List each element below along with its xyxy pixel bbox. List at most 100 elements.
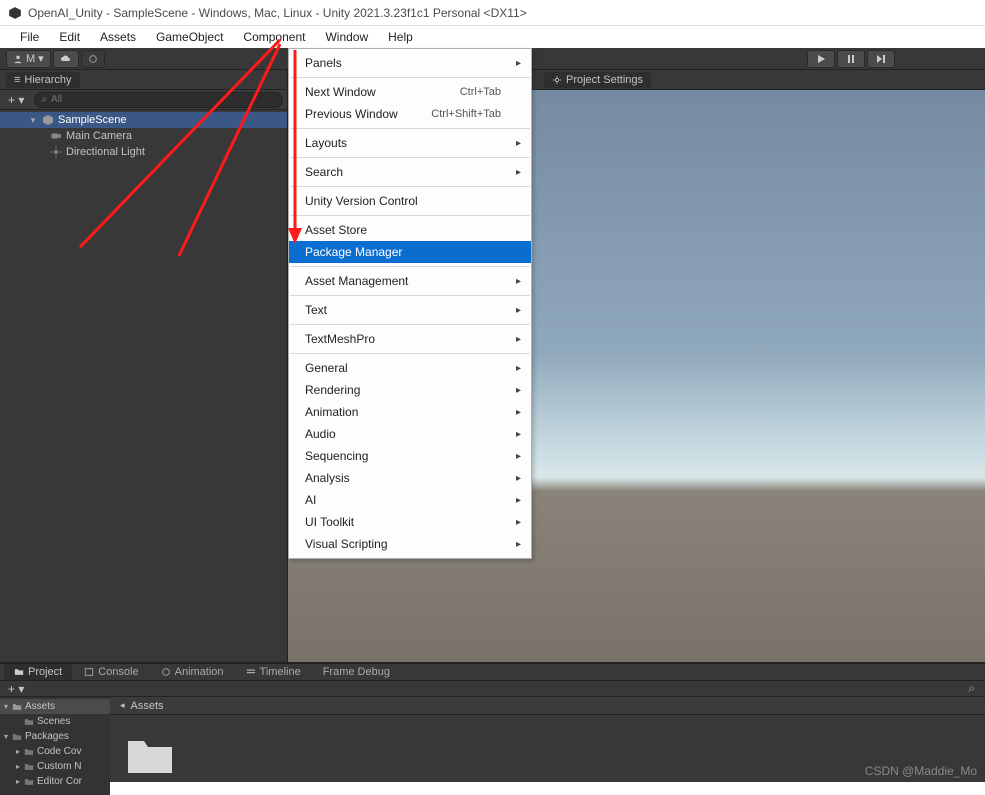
menu-gameobject[interactable]: GameObject (146, 27, 233, 47)
hierarchy-tree: ▾ SampleScene Main Camera Directional Li… (0, 110, 287, 162)
cloud-button[interactable] (53, 50, 79, 68)
menu-item-asset-store[interactable]: Asset Store (289, 219, 531, 241)
submenu-arrow-icon: ▸ (516, 517, 521, 528)
menu-item-label: General (305, 361, 348, 375)
menu-window[interactable]: Window (315, 27, 378, 47)
menu-item-ai[interactable]: AI ▸ (289, 489, 531, 511)
hierarchy-add-button[interactable]: + ▾ (4, 93, 28, 107)
submenu-arrow-icon: ▸ (516, 429, 521, 440)
menu-item-audio[interactable]: Audio ▸ (289, 423, 531, 445)
menu-help[interactable]: Help (378, 27, 423, 47)
tab-label: Console (98, 666, 138, 678)
titlebar: OpenAI_Unity - SampleScene - Windows, Ma… (0, 0, 985, 26)
menu-item-label: AI (305, 493, 316, 507)
animation-icon (161, 667, 171, 677)
gear-icon (552, 75, 562, 85)
hierarchy-search-input[interactable] (51, 94, 276, 105)
scene-label: SampleScene (58, 114, 127, 126)
menu-item-ui-toolkit[interactable]: UI Toolkit ▸ (289, 511, 531, 533)
menu-item-label: Text (305, 303, 327, 317)
menu-assets[interactable]: Assets (90, 27, 146, 47)
project-tree: ▾ Assets Scenes ▾Packages ▸Code Cov ▸Cust… (0, 697, 110, 795)
unity-logo-icon (8, 6, 22, 20)
menu-item-label: UI Toolkit (305, 515, 354, 529)
menu-item-label: Layouts (305, 136, 347, 150)
project-add-button[interactable]: + ▾ (4, 682, 28, 696)
menu-item-sequencing[interactable]: Sequencing▸ (289, 445, 531, 467)
menu-item-search[interactable]: Search▸ (289, 161, 531, 183)
menu-item-asset-management[interactable]: Asset Management▸ (289, 270, 531, 292)
window-menu-dropdown: Panels▸Next WindowCtrl+TabPrevious Windo… (288, 48, 532, 559)
tree-label: Assets (25, 701, 55, 712)
menu-item-rendering[interactable]: Rendering ▸ (289, 379, 531, 401)
tree-assets[interactable]: ▾ Assets (0, 699, 110, 714)
pause-button[interactable] (837, 50, 865, 68)
account-dropdown[interactable]: M ▾ (6, 50, 51, 68)
play-controls (807, 50, 895, 68)
submenu-arrow-icon: ▸ (516, 539, 521, 550)
submenu-arrow-icon: ▸ (516, 495, 521, 506)
menu-item-panels[interactable]: Panels▸ (289, 52, 531, 74)
hierarchy-search[interactable]: ⌕ (34, 92, 283, 108)
menu-item-label: Audio (305, 427, 336, 441)
menu-file[interactable]: File (10, 27, 49, 47)
menu-separator (290, 353, 530, 354)
menu-component[interactable]: Component (233, 27, 315, 47)
menu-item-next-window[interactable]: Next WindowCtrl+Tab (289, 81, 531, 103)
menu-item-unity-version-control[interactable]: Unity Version Control (289, 190, 531, 212)
gameobject-main-camera[interactable]: Main Camera (0, 128, 287, 144)
menu-item-analysis[interactable]: Analysis▸ (289, 467, 531, 489)
folder-icon (12, 702, 22, 712)
gameobject-directional-light[interactable]: Directional Light (0, 144, 287, 160)
expand-icon[interactable]: ▾ (4, 732, 12, 741)
tab-animation[interactable]: Animation (151, 664, 234, 680)
step-button[interactable] (867, 50, 895, 68)
menu-item-text[interactable]: Text▸ (289, 299, 531, 321)
tab-label: Animation (175, 666, 224, 678)
folder-icon (126, 735, 174, 775)
menu-edit[interactable]: Edit (49, 27, 90, 47)
menu-item-label: Rendering (305, 383, 360, 397)
menu-item-label: Analysis (305, 471, 350, 485)
tree-item[interactable]: ▸Custom N (0, 759, 110, 774)
tab-project[interactable]: Project (4, 664, 72, 680)
project-toolbar: + ▾ ⌕ (0, 681, 985, 697)
chevron-left-icon: ◂ (120, 700, 125, 711)
project-settings-tab[interactable]: Project Settings (544, 72, 651, 88)
expand-icon[interactable]: ▸ (16, 762, 24, 771)
expand-icon[interactable]: ▾ (4, 702, 12, 711)
menu-item-visual-scripting[interactable]: Visual Scripting▸ (289, 533, 531, 555)
submenu-arrow-icon: ▸ (516, 167, 521, 178)
menu-item-label: Previous Window (305, 107, 398, 121)
folder-icon (24, 717, 34, 727)
menu-separator (290, 77, 530, 78)
expand-icon[interactable]: ▾ (28, 115, 38, 126)
tree-item[interactable]: ▸Code Cov (0, 744, 110, 759)
menu-item-layouts[interactable]: Layouts▸ (289, 132, 531, 154)
folder-thumbnail[interactable] (118, 723, 182, 787)
scene-node[interactable]: ▾ SampleScene (0, 112, 287, 128)
hierarchy-tab[interactable]: ≡ Hierarchy (0, 70, 287, 90)
menu-item-textmeshpro[interactable]: TextMeshPro▸ (289, 328, 531, 350)
version-control-button[interactable] (81, 50, 105, 68)
chevron-down-icon: ▾ (38, 52, 44, 65)
tree-packages[interactable]: ▾Packages (0, 729, 110, 744)
tab-timeline[interactable]: Timeline (236, 664, 311, 680)
project-content: ◂ Assets (110, 697, 985, 795)
breadcrumb-label: Assets (131, 700, 164, 712)
tab-frame-debug[interactable]: Frame Debug (313, 664, 400, 680)
menu-item-package-manager[interactable]: Package Manager (289, 241, 531, 263)
menu-item-general[interactable]: General▸ (289, 357, 531, 379)
project-breadcrumb[interactable]: ◂ Assets (110, 697, 985, 715)
tree-scenes[interactable]: Scenes (0, 714, 110, 729)
menu-item-previous-window[interactable]: Previous WindowCtrl+Shift+Tab (289, 103, 531, 125)
tab-console[interactable]: Console (74, 664, 148, 680)
circle-icon (88, 54, 98, 64)
tab-label: Project (28, 666, 62, 678)
search-icon[interactable]: ⌕ (968, 681, 975, 696)
menu-item-animation[interactable]: Animation▸ (289, 401, 531, 423)
play-button[interactable] (807, 50, 835, 68)
submenu-arrow-icon: ▸ (516, 276, 521, 287)
expand-icon[interactable]: ▸ (16, 747, 24, 756)
submenu-arrow-icon: ▸ (516, 385, 521, 396)
